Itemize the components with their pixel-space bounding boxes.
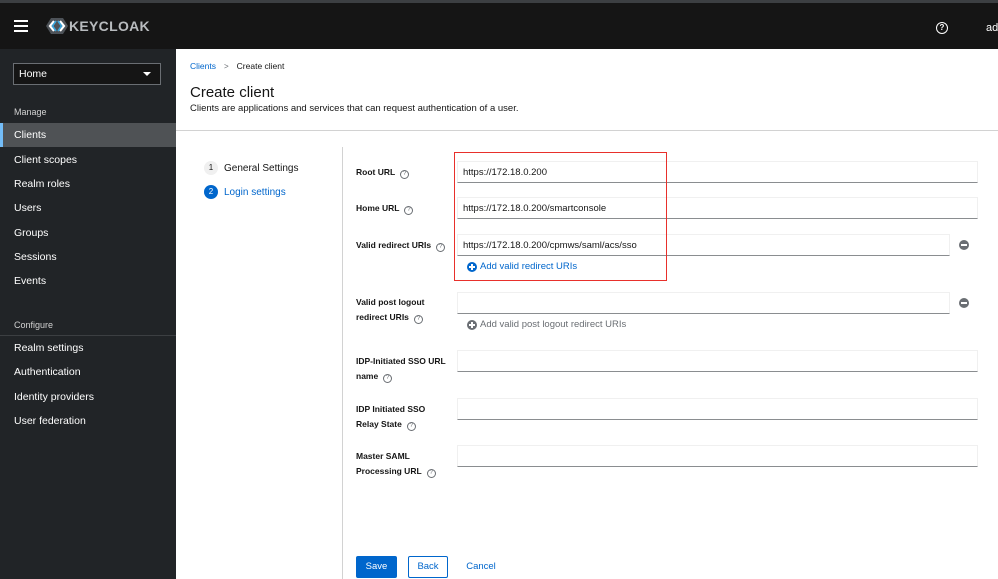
- caret-down-icon: [143, 72, 151, 76]
- wizard-divider: [342, 147, 343, 579]
- nav-section-manage: Manage: [14, 107, 47, 117]
- sidebar-item-user-federation[interactable]: User federation: [0, 409, 176, 433]
- home-url-label-text: Home URL: [356, 203, 400, 213]
- sidebar-item-authentication[interactable]: Authentication: [0, 360, 176, 384]
- keycloak-logo-icon: [46, 17, 68, 35]
- label-line: IDP Initiated SSO: [356, 404, 426, 414]
- home-url-input[interactable]: [457, 197, 978, 219]
- label-line: IDP-Initiated SSO URL: [356, 356, 446, 366]
- add-valid-redirect-uri-label: Add valid redirect URIs: [480, 261, 578, 272]
- minus-circle-icon[interactable]: [959, 240, 969, 250]
- label-line: redirect URIs: [356, 312, 409, 322]
- sidebar-item-clients[interactable]: Clients: [0, 123, 176, 147]
- step-number: 1: [204, 161, 218, 175]
- sidebar: Home Manage Clients Client scopes Realm …: [0, 49, 176, 579]
- help-icon[interactable]: ?: [426, 469, 436, 478]
- sidebar-item-client-scopes[interactable]: Client scopes: [0, 148, 176, 172]
- idp-initiated-sso-relay-state-input[interactable]: [457, 398, 978, 420]
- sidebar-item-sessions[interactable]: Sessions: [0, 245, 176, 269]
- sidebar-item-groups[interactable]: Groups: [0, 221, 176, 245]
- idp-initiated-sso-relay-state-label: IDP Initiated SSO Relay State?: [356, 402, 425, 432]
- wizard-step-general-settings[interactable]: 1 General Settings: [204, 161, 299, 175]
- valid-redirect-uri-input[interactable]: [457, 234, 950, 256]
- help-icon[interactable]: ?: [413, 315, 423, 324]
- user-menu[interactable]: admin: [986, 22, 998, 34]
- breadcrumb-current: Create client: [236, 61, 285, 71]
- add-valid-post-logout-redirect-uri-button[interactable]: Add valid post logout redirect URIs: [467, 319, 626, 330]
- breadcrumb-separator-icon: >: [223, 61, 229, 71]
- minus-circle-icon[interactable]: [959, 298, 969, 308]
- root-url-input[interactable]: [457, 161, 978, 183]
- root-url-label: Root URL?: [356, 165, 410, 180]
- idp-initiated-sso-url-name-label: IDP-Initiated SSO URL name?: [356, 354, 446, 384]
- help-icon[interactable]: ?: [383, 374, 393, 383]
- home-url-label: Home URL?: [356, 201, 414, 216]
- realm-selector[interactable]: Home: [13, 63, 161, 85]
- master-saml-processing-url-label: Master SAML Processing URL?: [356, 449, 436, 479]
- add-valid-redirect-uri-button[interactable]: Add valid redirect URIs: [467, 261, 577, 272]
- masthead: KEYCLOAK ? admin: [0, 0, 998, 49]
- realm-selector-value: Home: [19, 68, 48, 80]
- save-button[interactable]: Save: [356, 556, 397, 578]
- brand-name: KEYCLOAK: [69, 18, 150, 34]
- plus-circle-icon: [467, 261, 477, 272]
- step-label: Login settings: [224, 186, 286, 198]
- label-line: Valid post logout: [356, 297, 425, 307]
- sidebar-item-realm-roles[interactable]: Realm roles: [0, 172, 176, 196]
- help-icon[interactable]: ?: [404, 206, 414, 215]
- valid-post-logout-redirect-uri-input[interactable]: [457, 292, 950, 314]
- help-icon[interactable]: ?: [936, 22, 948, 34]
- master-saml-processing-url-input[interactable]: [457, 445, 978, 467]
- valid-redirect-uris-label: Valid redirect URIs?: [356, 238, 446, 253]
- sidebar-item-identity-providers[interactable]: Identity providers: [0, 385, 176, 409]
- label-line: Relay State: [356, 419, 402, 429]
- brand-logo[interactable]: KEYCLOAK: [46, 16, 150, 36]
- page-description: Clients are applications and services th…: [190, 103, 519, 114]
- wizard-step-login-settings[interactable]: 2 Login settings: [204, 185, 286, 199]
- add-post-logout-uri-label: Add valid post logout redirect URIs: [480, 319, 627, 330]
- label-line: Master SAML: [356, 451, 410, 461]
- step-number: 2: [204, 185, 218, 199]
- valid-redirect-uris-label-text: Valid redirect URIs: [356, 240, 432, 250]
- cancel-button[interactable]: Cancel: [460, 556, 502, 578]
- hamburger-icon[interactable]: [14, 20, 28, 32]
- idp-initiated-sso-url-name-input[interactable]: [457, 350, 978, 372]
- breadcrumb-clients-link[interactable]: Clients: [190, 61, 216, 71]
- help-icon[interactable]: ?: [436, 243, 446, 252]
- sidebar-item-realm-settings[interactable]: Realm settings: [0, 336, 176, 360]
- root-url-label-text: Root URL: [356, 167, 396, 177]
- label-line: name: [356, 371, 379, 381]
- step-label: General Settings: [224, 162, 299, 174]
- valid-post-logout-redirect-uris-label: Valid post logout redirect URIs?: [356, 295, 424, 325]
- help-icon[interactable]: ?: [406, 422, 416, 431]
- label-line: Processing URL: [356, 466, 422, 476]
- sidebar-item-users[interactable]: Users: [0, 196, 176, 220]
- page-title: Create client: [190, 84, 275, 101]
- back-button[interactable]: Back: [408, 556, 448, 578]
- help-icon[interactable]: ?: [400, 170, 410, 179]
- sidebar-item-events[interactable]: Events: [0, 269, 176, 293]
- main-content: Clients > Create client Create client Cl…: [176, 49, 998, 579]
- breadcrumb: Clients > Create client: [190, 61, 284, 71]
- plus-circle-icon: [467, 319, 477, 330]
- header-divider: [176, 130, 998, 131]
- nav-section-configure: Configure: [14, 320, 54, 330]
